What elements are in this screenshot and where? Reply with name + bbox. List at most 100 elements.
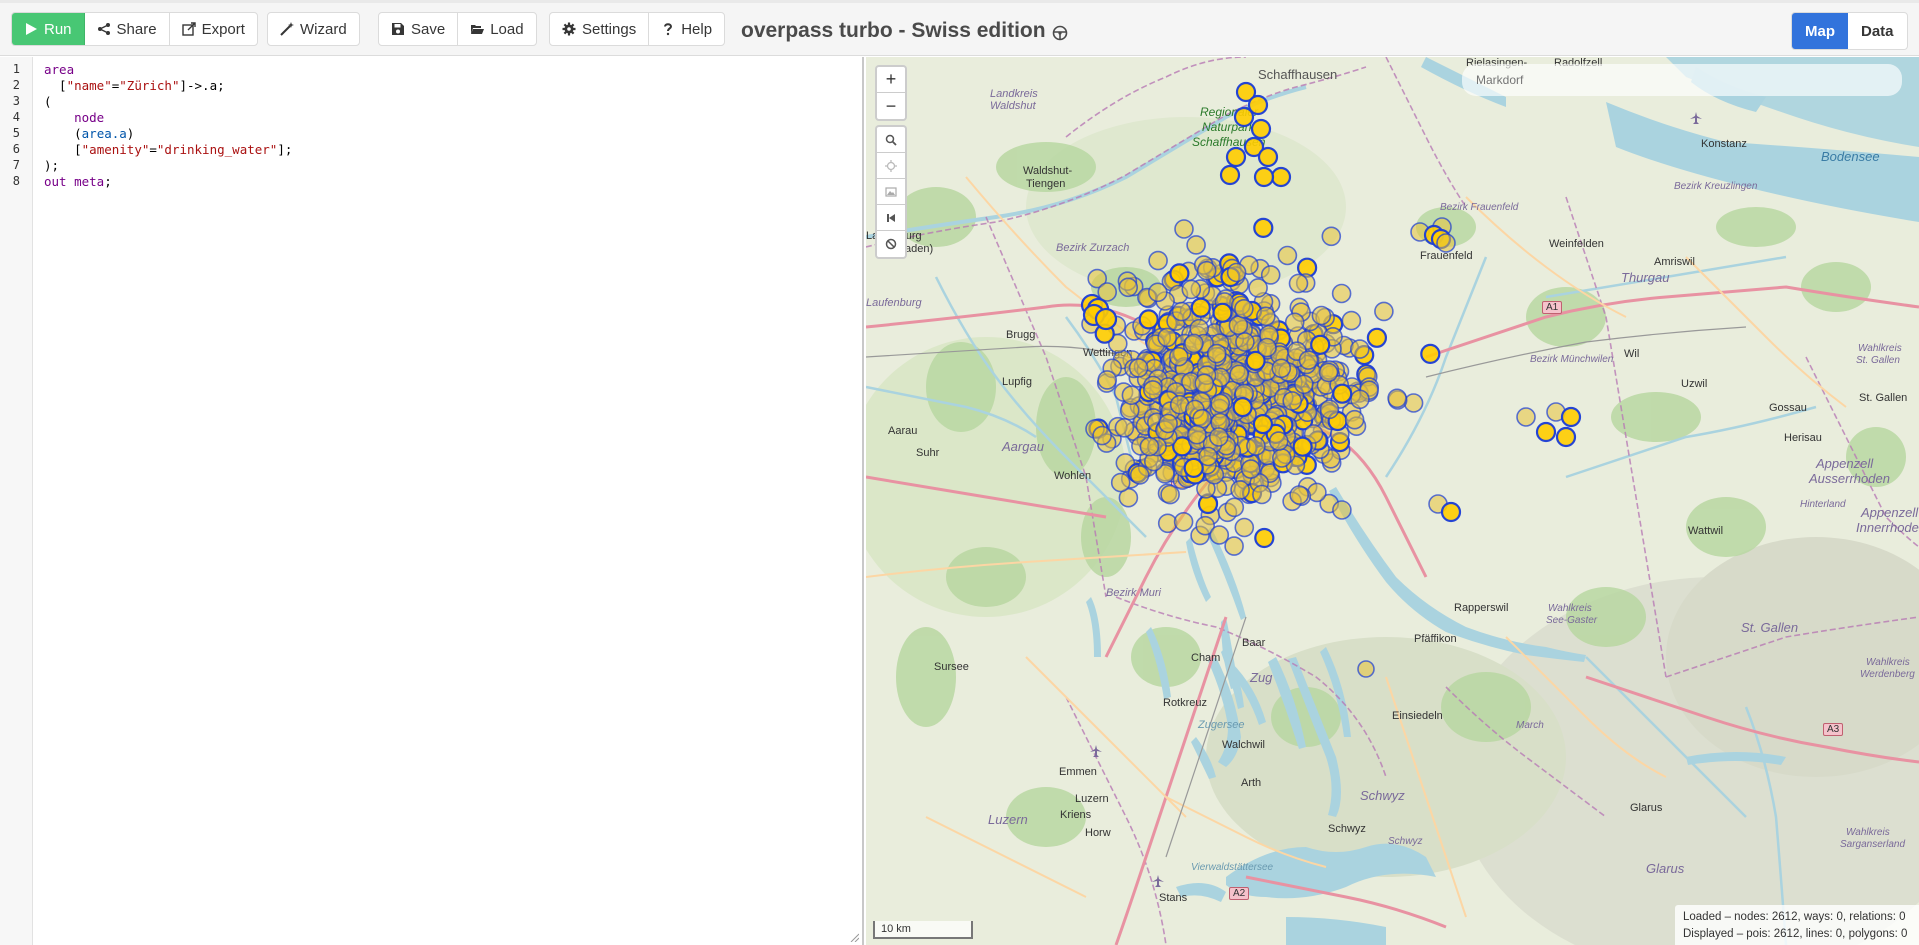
poi-marker[interactable] — [1256, 306, 1276, 327]
poi-marker[interactable] — [1158, 413, 1178, 434]
search-location-button[interactable] — [877, 127, 905, 153]
poi-marker[interactable] — [1129, 465, 1150, 485]
poi-marker[interactable] — [1357, 660, 1375, 678]
poi-marker[interactable] — [1212, 302, 1233, 323]
poi-marker[interactable] — [1271, 448, 1292, 468]
poi-marker[interactable] — [1194, 373, 1215, 394]
poi-marker[interactable] — [1094, 307, 1118, 331]
poi-marker[interactable] — [1292, 436, 1313, 457]
poi-marker[interactable] — [1252, 414, 1273, 435]
poi-marker[interactable] — [1403, 393, 1424, 413]
poi-marker[interactable] — [1516, 407, 1536, 427]
poi-marker[interactable] — [1206, 343, 1227, 364]
poi-marker[interactable] — [1257, 337, 1277, 358]
poi-marker[interactable] — [1171, 301, 1192, 322]
poi-marker[interactable] — [1289, 485, 1310, 505]
poi-marker[interactable] — [1184, 333, 1204, 354]
poi-marker[interactable] — [1288, 273, 1309, 294]
poi-marker[interactable] — [1349, 339, 1370, 359]
poi-marker[interactable] — [1224, 536, 1244, 556]
locate-button[interactable] — [877, 153, 905, 179]
poi-marker[interactable] — [1252, 484, 1272, 505]
poi-marker[interactable] — [1173, 511, 1194, 532]
poi-marker[interactable] — [1436, 233, 1456, 253]
poi-marker[interactable] — [1284, 312, 1305, 333]
settings-button[interactable]: Settings — [550, 13, 650, 45]
poi-marker[interactable] — [1224, 497, 1245, 518]
poi-marker[interactable] — [1254, 527, 1275, 549]
save-button[interactable]: Save — [379, 13, 459, 45]
poi-marker[interactable] — [1366, 327, 1387, 348]
share-button[interactable]: Share — [85, 13, 170, 45]
poi-marker[interactable] — [1277, 245, 1298, 266]
poi-marker[interactable] — [1332, 383, 1353, 404]
poi-marker[interactable] — [1344, 409, 1365, 430]
poi-marker[interactable] — [1535, 421, 1557, 443]
zoom-out-button[interactable]: − — [877, 93, 905, 119]
help-button[interactable]: Help — [649, 13, 724, 45]
poi-marker[interactable] — [1196, 260, 1217, 281]
map-search-input[interactable] — [1462, 64, 1902, 96]
poi-marker[interactable] — [1560, 406, 1582, 428]
poi-marker[interactable] — [1147, 282, 1168, 303]
poi-marker[interactable] — [1208, 427, 1229, 447]
poi-marker[interactable] — [1240, 459, 1261, 479]
poi-marker[interactable] — [1246, 436, 1266, 456]
poi-marker[interactable] — [1310, 334, 1331, 355]
export-button[interactable]: Export — [170, 13, 257, 45]
poi-marker[interactable] — [1110, 472, 1131, 493]
poi-marker[interactable] — [1319, 399, 1340, 420]
layers-button[interactable] — [877, 179, 905, 205]
poi-marker[interactable] — [1228, 315, 1249, 336]
zoom-in-button[interactable]: + — [877, 67, 905, 93]
poi-marker[interactable] — [1187, 424, 1207, 445]
poi-marker[interactable] — [1331, 283, 1352, 304]
poi-marker[interactable] — [1198, 446, 1218, 467]
poi-marker[interactable] — [1341, 310, 1362, 331]
poi-marker[interactable] — [1233, 106, 1255, 128]
poi-marker[interactable] — [1219, 164, 1241, 186]
poi-marker[interactable] — [1298, 350, 1319, 370]
poi-marker[interactable] — [1253, 217, 1274, 238]
poi-marker[interactable] — [1311, 305, 1332, 326]
poi-marker[interactable] — [1555, 426, 1577, 448]
poi-marker[interactable] — [1229, 364, 1249, 385]
poi-marker[interactable] — [1420, 343, 1441, 364]
poi-marker[interactable] — [1114, 417, 1135, 438]
load-button[interactable]: Load — [458, 13, 535, 45]
poi-marker[interactable] — [1294, 374, 1314, 395]
poi-marker[interactable] — [1168, 346, 1189, 367]
wizard-button[interactable]: Wizard — [268, 13, 359, 45]
poi-marker[interactable] — [1186, 235, 1206, 255]
poi-marker[interactable] — [1118, 277, 1139, 298]
poi-marker[interactable] — [1226, 262, 1247, 283]
map-view[interactable]: Schaffhausen Regionaler Naturpark Schaff… — [866, 57, 1919, 945]
poi-marker[interactable] — [1282, 391, 1303, 411]
poi-marker[interactable] — [1225, 146, 1247, 168]
poi-marker[interactable] — [1250, 118, 1272, 140]
poi-marker[interactable] — [1142, 380, 1163, 400]
poi-marker[interactable] — [1157, 327, 1178, 348]
poi-marker[interactable] — [1169, 263, 1190, 284]
zoom-to-data-button[interactable] — [877, 205, 905, 231]
poi-marker[interactable] — [1268, 431, 1289, 451]
map-search-box[interactable] — [1462, 64, 1902, 96]
poi-marker[interactable] — [1174, 219, 1194, 239]
poi-marker[interactable] — [1128, 358, 1149, 378]
poi-marker[interactable] — [1234, 299, 1254, 319]
poi-marker[interactable] — [1148, 250, 1168, 271]
poi-marker[interactable] — [1160, 484, 1180, 505]
poi-marker[interactable] — [1097, 370, 1117, 390]
poi-marker[interactable] — [1092, 425, 1112, 446]
poi-marker[interactable] — [1332, 500, 1352, 520]
resize-grip-icon[interactable] — [849, 932, 859, 942]
poi-marker[interactable] — [1270, 166, 1292, 188]
poi-marker[interactable] — [1210, 393, 1231, 414]
tab-map[interactable]: Map — [1792, 13, 1848, 49]
poi-marker[interactable] — [1181, 279, 1202, 300]
poi-marker[interactable] — [1318, 362, 1339, 383]
poi-marker[interactable] — [1253, 166, 1275, 188]
poi-marker[interactable] — [1234, 517, 1255, 538]
poi-marker[interactable] — [1271, 358, 1292, 379]
poi-marker[interactable] — [1139, 436, 1160, 457]
